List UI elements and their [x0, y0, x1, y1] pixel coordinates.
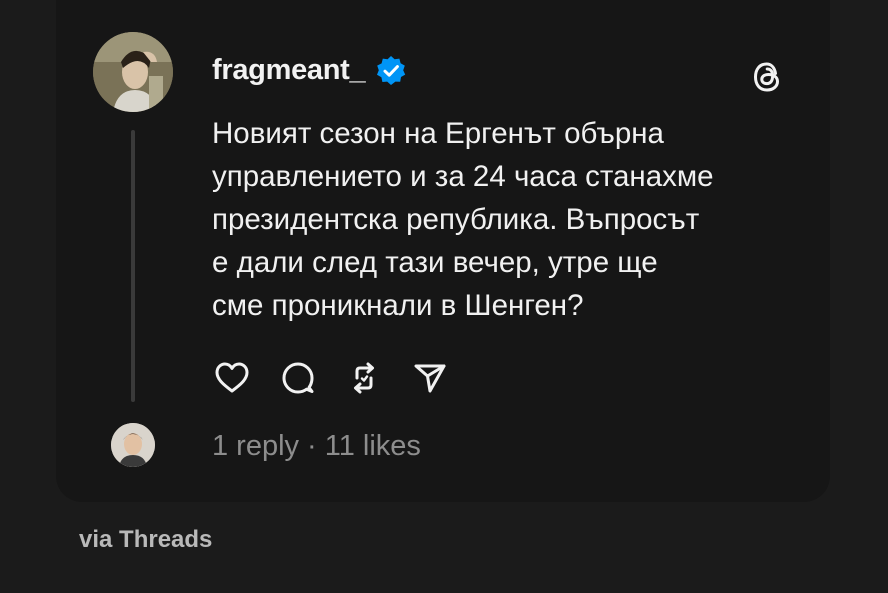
thread-line [131, 130, 135, 402]
replier-avatar-image [111, 423, 155, 467]
source-caption: via Threads [79, 526, 213, 553]
stats-separator: · [307, 430, 317, 462]
reply-button[interactable] [278, 358, 318, 398]
author-avatar[interactable] [93, 32, 173, 112]
comment-icon [282, 362, 314, 394]
post-stats: 1 reply · 11 likes [212, 430, 421, 463]
share-button[interactable] [410, 358, 450, 398]
post-text: Новият сезон на Ергенът обърна управлени… [212, 117, 714, 322]
post-header: fragmeant_ [212, 54, 407, 87]
share-icon [414, 364, 446, 393]
screenshot: fragmeant_ Новият сезон на Ергенът обърн… [0, 0, 888, 593]
like-count[interactable]: 11 likes [325, 430, 421, 463]
author-avatar-image [93, 32, 173, 112]
like-button[interactable] [212, 358, 252, 398]
username[interactable]: fragmeant_ [212, 54, 366, 87]
post-actions [212, 358, 450, 398]
verified-badge-icon [375, 55, 407, 87]
reply-count[interactable]: 1 reply [212, 430, 299, 463]
repost-icon [354, 362, 374, 394]
threads-logo-icon[interactable] [745, 55, 789, 99]
repost-button[interactable] [344, 358, 384, 398]
replier-avatar[interactable] [111, 423, 155, 467]
heart-icon [215, 362, 249, 393]
